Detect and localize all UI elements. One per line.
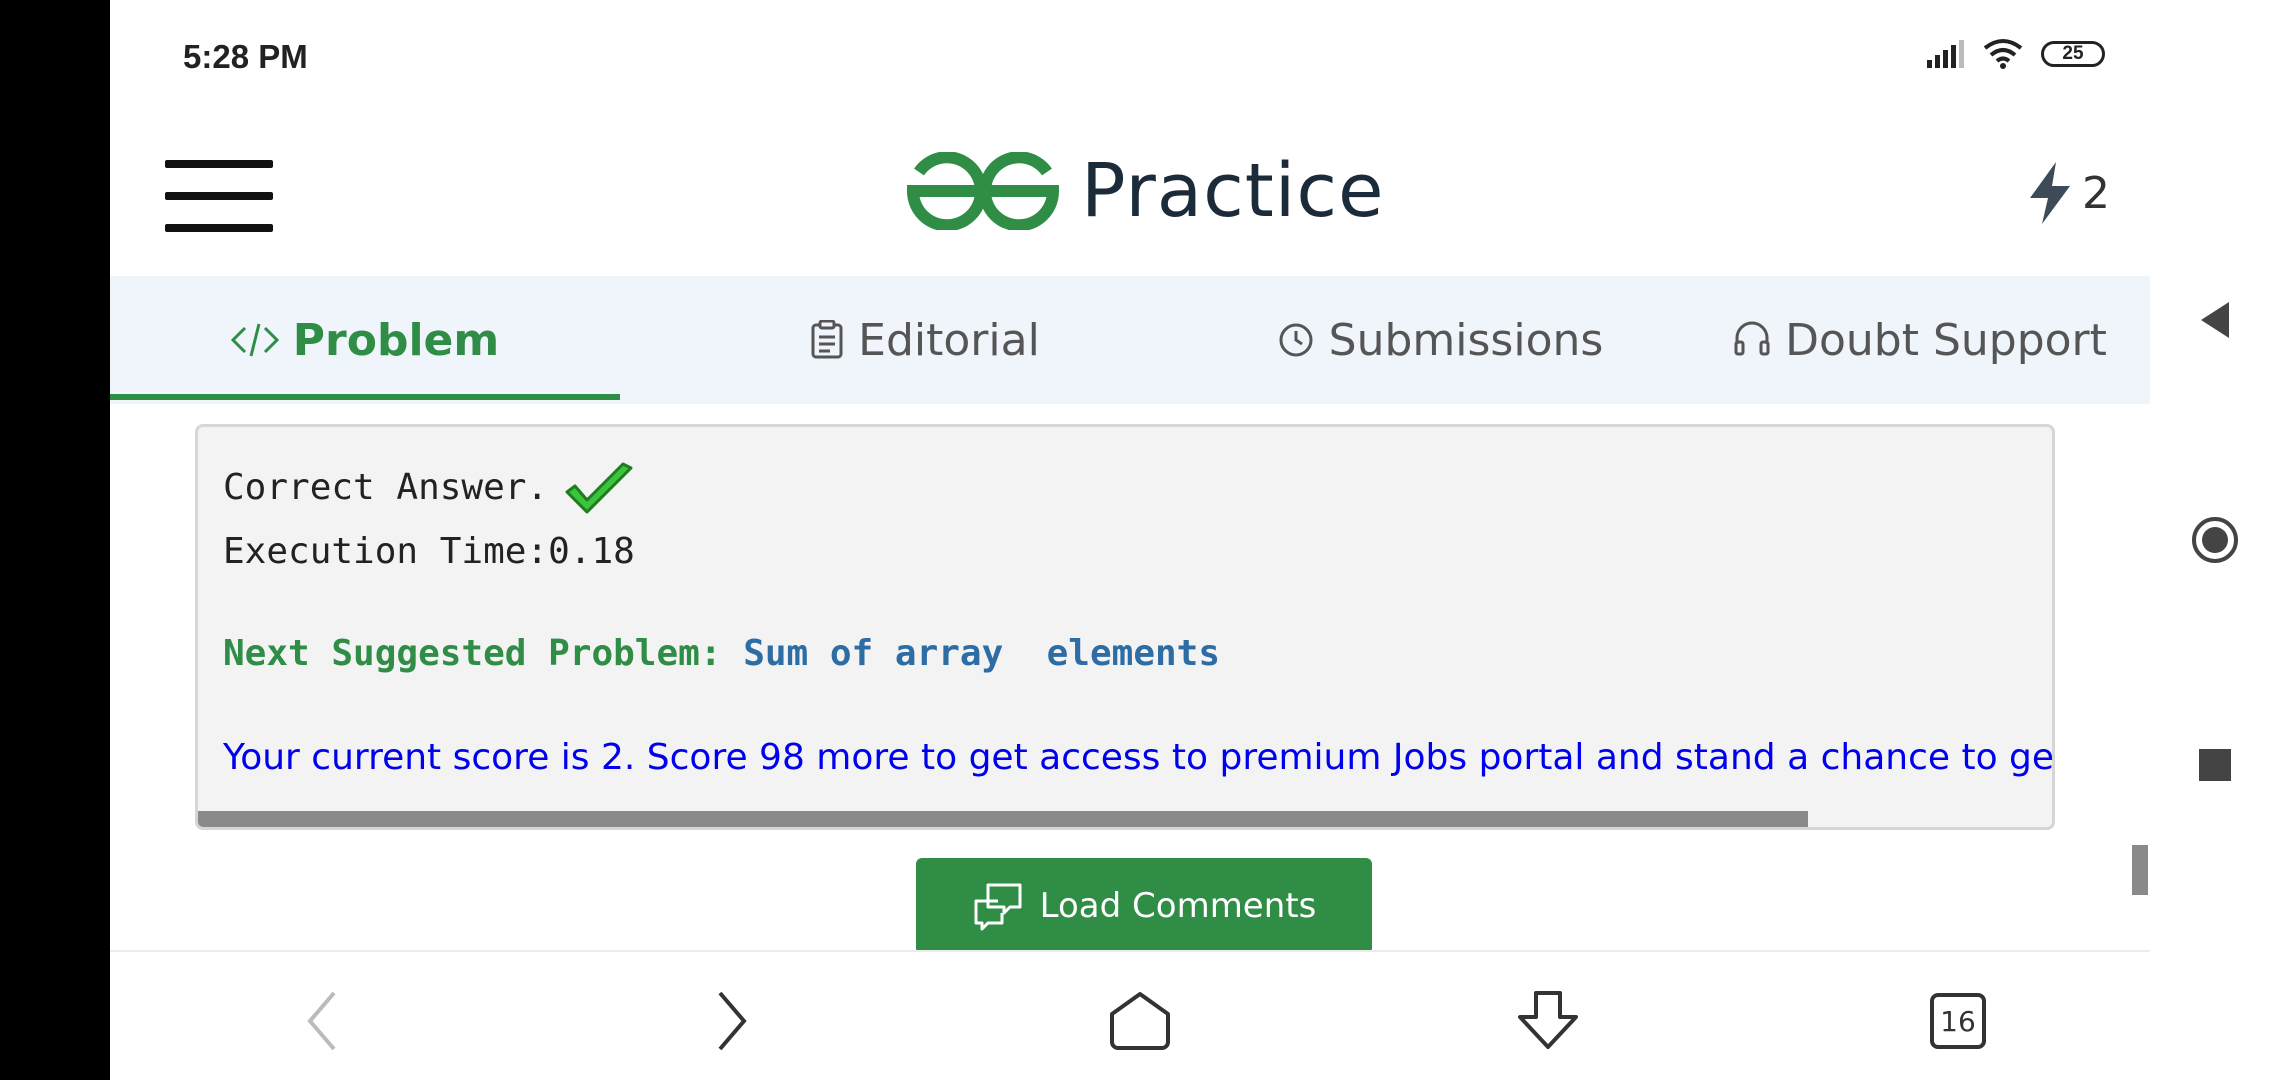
- download-arrow-icon: [1518, 991, 1578, 1049]
- score-message[interactable]: Your current score is 2. Score 98 more t…: [223, 737, 2052, 778]
- browser-screen: 5:28 PM 25 Practice 2 Problem Editorial …: [110, 0, 2150, 1080]
- tab-count: 16: [1930, 993, 1986, 1049]
- wifi-icon: [1983, 39, 2023, 69]
- tab-problem[interactable]: Problem: [110, 276, 620, 404]
- circle-home-icon: [2192, 517, 2238, 563]
- triangle-back-icon: [2201, 302, 2229, 338]
- forward-button[interactable]: [692, 986, 772, 1056]
- gfg-logo[interactable]: Practice: [907, 148, 1385, 234]
- browser-bottom-bar: 16: [110, 950, 2150, 1080]
- streak-count: 2: [2082, 167, 2110, 219]
- left-edge: [0, 0, 110, 1080]
- tab-label: Submissions: [1328, 314, 1604, 366]
- horizontal-scrollbar[interactable]: [198, 811, 2052, 827]
- comments-icon: [974, 883, 1022, 931]
- next-suggested-label: Next Suggested Problem:: [223, 633, 722, 674]
- tab-label: Editorial: [858, 314, 1040, 366]
- load-comments-label: Load Comments: [1039, 886, 1317, 926]
- lightning-icon: [2030, 162, 2070, 224]
- clock-icon: [1279, 323, 1313, 357]
- submission-result: Correct Answer. Execution Time:0.18 Next…: [195, 424, 2055, 830]
- system-nav-bar: [2150, 0, 2280, 1080]
- home-button[interactable]: [1100, 986, 1180, 1056]
- status-icons: 25: [1925, 38, 2105, 70]
- tab-label: Doubt Support: [1785, 314, 2107, 366]
- check-icon: [565, 462, 633, 514]
- system-recents-button[interactable]: [2190, 740, 2240, 790]
- tab-submissions[interactable]: Submissions: [1230, 276, 1650, 404]
- load-comments-button[interactable]: Load Comments: [916, 858, 1372, 954]
- gfg-logo-icon: [907, 152, 1059, 230]
- tab-label: Problem: [292, 314, 500, 366]
- page-scrollbar[interactable]: [2132, 845, 2148, 895]
- chevron-left-icon: [307, 991, 336, 1051]
- code-icon: [230, 323, 279, 357]
- menu-icon[interactable]: [165, 160, 275, 232]
- streak-counter[interactable]: 2: [2026, 162, 2110, 224]
- active-tab-indicator: [110, 394, 620, 400]
- site-header: Practice 2: [110, 118, 2150, 276]
- headset-icon: [1734, 321, 1770, 356]
- problem-tabs: Problem Editorial Submissions Doubt Supp…: [110, 276, 2150, 404]
- system-back-button[interactable]: [2190, 295, 2240, 345]
- next-suggested: Next Suggested Problem: Sum of array ele…: [223, 633, 1220, 674]
- document-icon: [811, 320, 843, 359]
- status-line: Correct Answer.: [223, 467, 549, 508]
- status-time: 5:28 PM: [183, 38, 308, 75]
- scrollbar-thumb[interactable]: [198, 811, 1808, 827]
- tab-doubt-support[interactable]: Doubt Support: [1710, 276, 2130, 404]
- logo-text: Practice: [1081, 148, 1385, 234]
- system-home-button[interactable]: [2190, 515, 2240, 565]
- signal-icon: [1927, 40, 1964, 68]
- execution-time: Execution Time:0.18: [223, 531, 635, 572]
- next-problem-link[interactable]: Sum of array elements: [743, 633, 1220, 674]
- back-button[interactable]: [282, 986, 362, 1056]
- battery-indicator: 25: [2041, 41, 2105, 67]
- tab-editorial[interactable]: Editorial: [710, 276, 1140, 404]
- square-recents-icon: [2199, 749, 2231, 781]
- home-icon: [1110, 992, 1170, 1050]
- downloads-button[interactable]: [1508, 986, 1588, 1056]
- status-bar: 5:28 PM 25: [110, 0, 2150, 118]
- tabs-button[interactable]: 16: [1918, 986, 1998, 1056]
- chevron-right-icon: [718, 991, 747, 1051]
